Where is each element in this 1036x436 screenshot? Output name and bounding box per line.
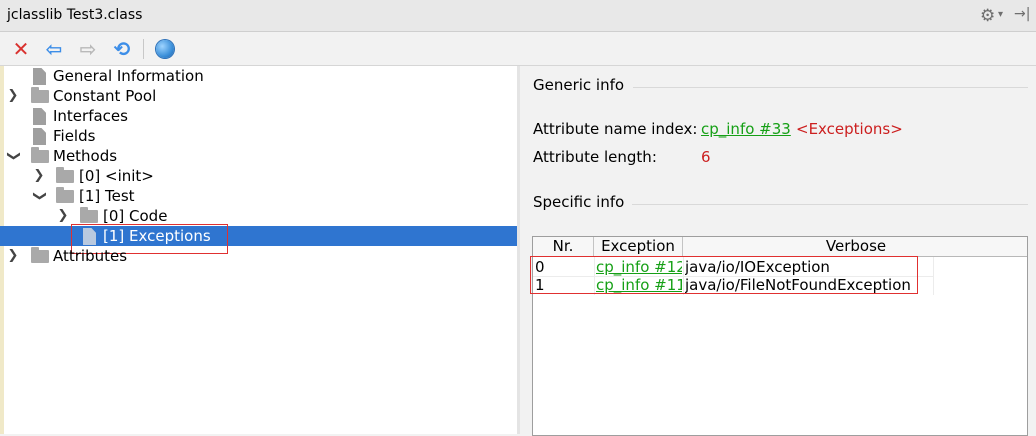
tree-item-label: Interfaces [53,107,128,125]
tree-item-label: Fields [53,127,96,145]
attribute-name-index-link[interactable]: cp_info #33 [701,120,791,138]
generic-info-title: Generic info [533,76,625,94]
tree-item-fields[interactable]: Fields [0,126,517,146]
column-header-nr[interactable]: Nr. [533,237,594,256]
refresh-icon[interactable]: ⟲ [110,37,134,61]
tree-item-label: Methods [53,147,118,165]
tree-item-code[interactable]: ❯ [0] Code [0,206,517,226]
toolbar-separator [143,39,144,59]
tree-item-label: Constant Pool [53,87,157,105]
tree-item-label: Attributes [53,247,128,265]
class-structure-tree[interactable]: General Information ❯ Constant Pool Inte… [0,66,517,434]
table-header: Nr. Exception Verbose [533,237,1027,257]
gear-icon[interactable]: ⚙ [980,6,995,26]
chevron-right-icon[interactable]: ❯ [6,246,20,266]
tree-item-label: [0] Code [103,207,168,225]
globe-shape [156,40,174,58]
back-arrow-icon[interactable]: ⇦ [42,37,66,61]
chevron-down-icon[interactable]: ▾ [998,9,1003,20]
section-divider [633,87,1028,88]
folder-icon [56,187,74,203]
tree-item-method-test[interactable]: ❯ [1] Test [0,186,517,206]
toolbar: ✕ ⇦ ⇨ ⟲ [0,32,1036,66]
tree-item-interfaces[interactable]: Interfaces [0,106,517,126]
tree-item-attributes[interactable]: ❯ Attributes [0,246,517,266]
folder-icon [31,87,49,103]
column-header-exception[interactable]: Exception [594,237,683,256]
attribute-name-value: <Exceptions> [796,120,903,138]
folder-icon [31,247,49,263]
tree-item-methods[interactable]: ❯ Methods [0,146,517,166]
hide-panel-icon[interactable]: →| [1014,6,1030,22]
tree-item-label: [0] <init> [79,167,154,185]
globe-icon[interactable] [153,37,177,61]
tree-item-general-information[interactable]: General Information [0,66,517,86]
attribute-detail-panel: Generic info Attribute name index: cp_in… [520,66,1036,436]
section-divider [632,204,1028,205]
file-icon [33,128,46,145]
window-title: jclasslib Test3.class [7,7,143,23]
file-icon [33,108,46,125]
close-icon[interactable]: ✕ [9,37,33,61]
file-icon [33,68,46,85]
specific-info-title: Specific info [533,193,625,211]
chevron-right-icon[interactable]: ❯ [32,166,46,186]
chevron-down-icon[interactable]: ❯ [3,149,23,163]
tree-item-constant-pool[interactable]: ❯ Constant Pool [0,86,517,106]
chevron-down-icon[interactable]: ❯ [29,189,49,203]
chevron-right-icon[interactable]: ❯ [6,86,20,106]
chevron-right-icon[interactable]: ❯ [56,206,70,226]
column-divider [933,257,934,295]
title-bar: jclasslib Test3.class ⚙ ▾ →| [0,0,1036,32]
forward-arrow-icon[interactable]: ⇨ [76,37,100,61]
tree-item-label: [1] Test [79,187,135,205]
tree-item-label: General Information [53,67,204,85]
attribute-length-label: Attribute length: [533,148,657,166]
column-header-verbose[interactable]: Verbose [683,237,1027,256]
attribute-length-value: 6 [701,148,711,166]
folder-icon [80,207,98,223]
folder-icon [56,167,74,183]
highlight-box [530,256,918,294]
folder-icon [31,147,49,163]
attribute-name-index-label: Attribute name index: [533,120,698,138]
tree-item-method-init[interactable]: ❯ [0] <init> [0,166,517,186]
